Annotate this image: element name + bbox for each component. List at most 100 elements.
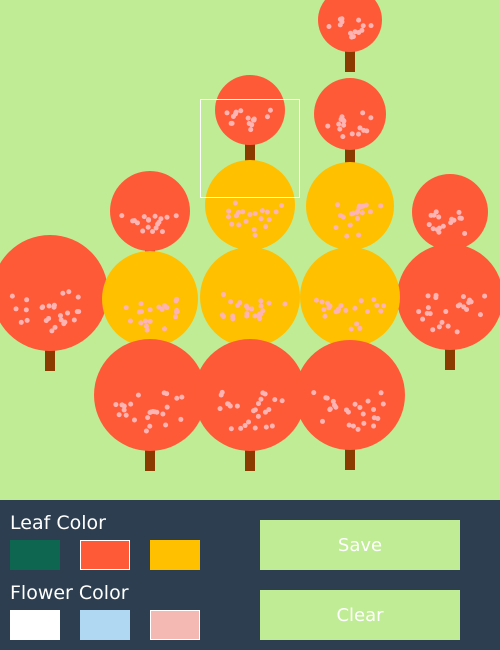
flower-dot (243, 303, 249, 309)
flower-dot (430, 226, 436, 232)
flower-dot (440, 223, 446, 229)
flower-swatch-white[interactable] (10, 610, 60, 640)
flower-dot (325, 123, 331, 129)
flower-dot (311, 390, 317, 396)
flower-dot (460, 294, 466, 300)
flower-dot (138, 309, 144, 315)
flower-dot (51, 304, 57, 310)
tree-crown (110, 171, 190, 251)
flower-dot (234, 403, 240, 409)
flower-dot (341, 118, 347, 124)
tree-crown (94, 339, 206, 451)
flower-dot (282, 301, 288, 307)
flower-dot (361, 420, 367, 426)
leaf-swatch-red-orange[interactable] (80, 540, 130, 570)
flower-dot (263, 424, 269, 430)
flower-dot (247, 212, 253, 218)
leaf-swatch-amber[interactable] (150, 540, 200, 570)
flower-dot (335, 202, 341, 208)
flower-dot (225, 214, 231, 220)
flower-dot (256, 401, 262, 407)
flower-dot (264, 209, 270, 215)
flower-dot (462, 231, 468, 237)
flower-dot (138, 301, 144, 307)
flower-dot (123, 412, 129, 418)
flower-dot (449, 216, 455, 222)
flower-dot (313, 297, 319, 303)
flower-color-label: Flower Color (10, 582, 129, 604)
flower-dot (228, 299, 234, 305)
flower-dot (349, 34, 355, 40)
flower-dot (258, 396, 264, 402)
flower-dot (337, 126, 343, 132)
tree-crown (200, 247, 300, 347)
flower-dot (321, 307, 327, 313)
flower-dot (174, 296, 180, 302)
flower-dot (330, 398, 336, 404)
flower-dot (245, 115, 251, 121)
flower-dot (371, 423, 377, 429)
flower-dot (355, 215, 361, 221)
flower-dot (161, 326, 167, 332)
flower-swatch-light-blue[interactable] (80, 610, 130, 640)
flower-dot (258, 216, 264, 222)
flower-dot (229, 221, 235, 227)
flower-dot (232, 111, 238, 117)
flower-dot (248, 127, 254, 133)
flower-dot (368, 23, 374, 29)
flower-dot (430, 327, 436, 333)
flower-dot (374, 303, 380, 309)
flower-dot (325, 300, 331, 306)
flower-dot (259, 208, 265, 214)
garden-canvas[interactable] (0, 0, 500, 500)
flower-dot (251, 408, 257, 414)
flower-dot (443, 309, 449, 315)
flower-dot (252, 425, 258, 431)
flower-dot (142, 318, 148, 324)
flower-dot (420, 316, 426, 322)
flower-dot (257, 316, 263, 322)
flower-dot (445, 323, 451, 329)
flower-dot (343, 307, 349, 313)
leaf-swatch-dark-green[interactable] (10, 540, 60, 570)
flower-dot (338, 213, 344, 219)
clear-button[interactable]: Clear (260, 590, 460, 640)
flower-dot (326, 24, 332, 30)
save-button[interactable]: Save (260, 520, 460, 570)
flower-dot (255, 413, 261, 419)
tree-crown (102, 251, 198, 347)
flower-dot (352, 29, 358, 35)
flower-dot (135, 392, 141, 398)
flower-dot (147, 307, 153, 313)
tree-crown (412, 174, 488, 250)
flower-dot (23, 307, 29, 313)
flower-dot (179, 394, 185, 400)
flower-dot (344, 407, 350, 413)
flower-dot (347, 222, 353, 228)
flower-dot (116, 412, 122, 418)
flower-dot (322, 313, 328, 319)
flower-dot (364, 309, 370, 315)
flower-dot (336, 306, 342, 312)
flower-dot (249, 122, 255, 128)
flower-dot (219, 389, 225, 395)
flower-dot (147, 410, 153, 416)
flower-swatch-pink[interactable] (150, 610, 200, 640)
flower-dot (477, 312, 483, 318)
flower-dot (251, 227, 257, 233)
flower-dot (356, 17, 362, 23)
flower-dot (378, 308, 384, 314)
flower-dot (350, 423, 356, 429)
flower-dot (467, 297, 473, 303)
flower-dot (454, 329, 460, 335)
flower-dot (160, 411, 166, 417)
flower-dot (378, 390, 384, 396)
flower-dot (46, 303, 52, 309)
flower-dot (174, 395, 180, 401)
flower-dot (424, 310, 430, 316)
flower-dot (238, 108, 244, 114)
flower-dot (266, 217, 272, 223)
flower-dot (235, 302, 241, 308)
flower-dot (153, 225, 159, 231)
flower-dot (147, 423, 153, 429)
